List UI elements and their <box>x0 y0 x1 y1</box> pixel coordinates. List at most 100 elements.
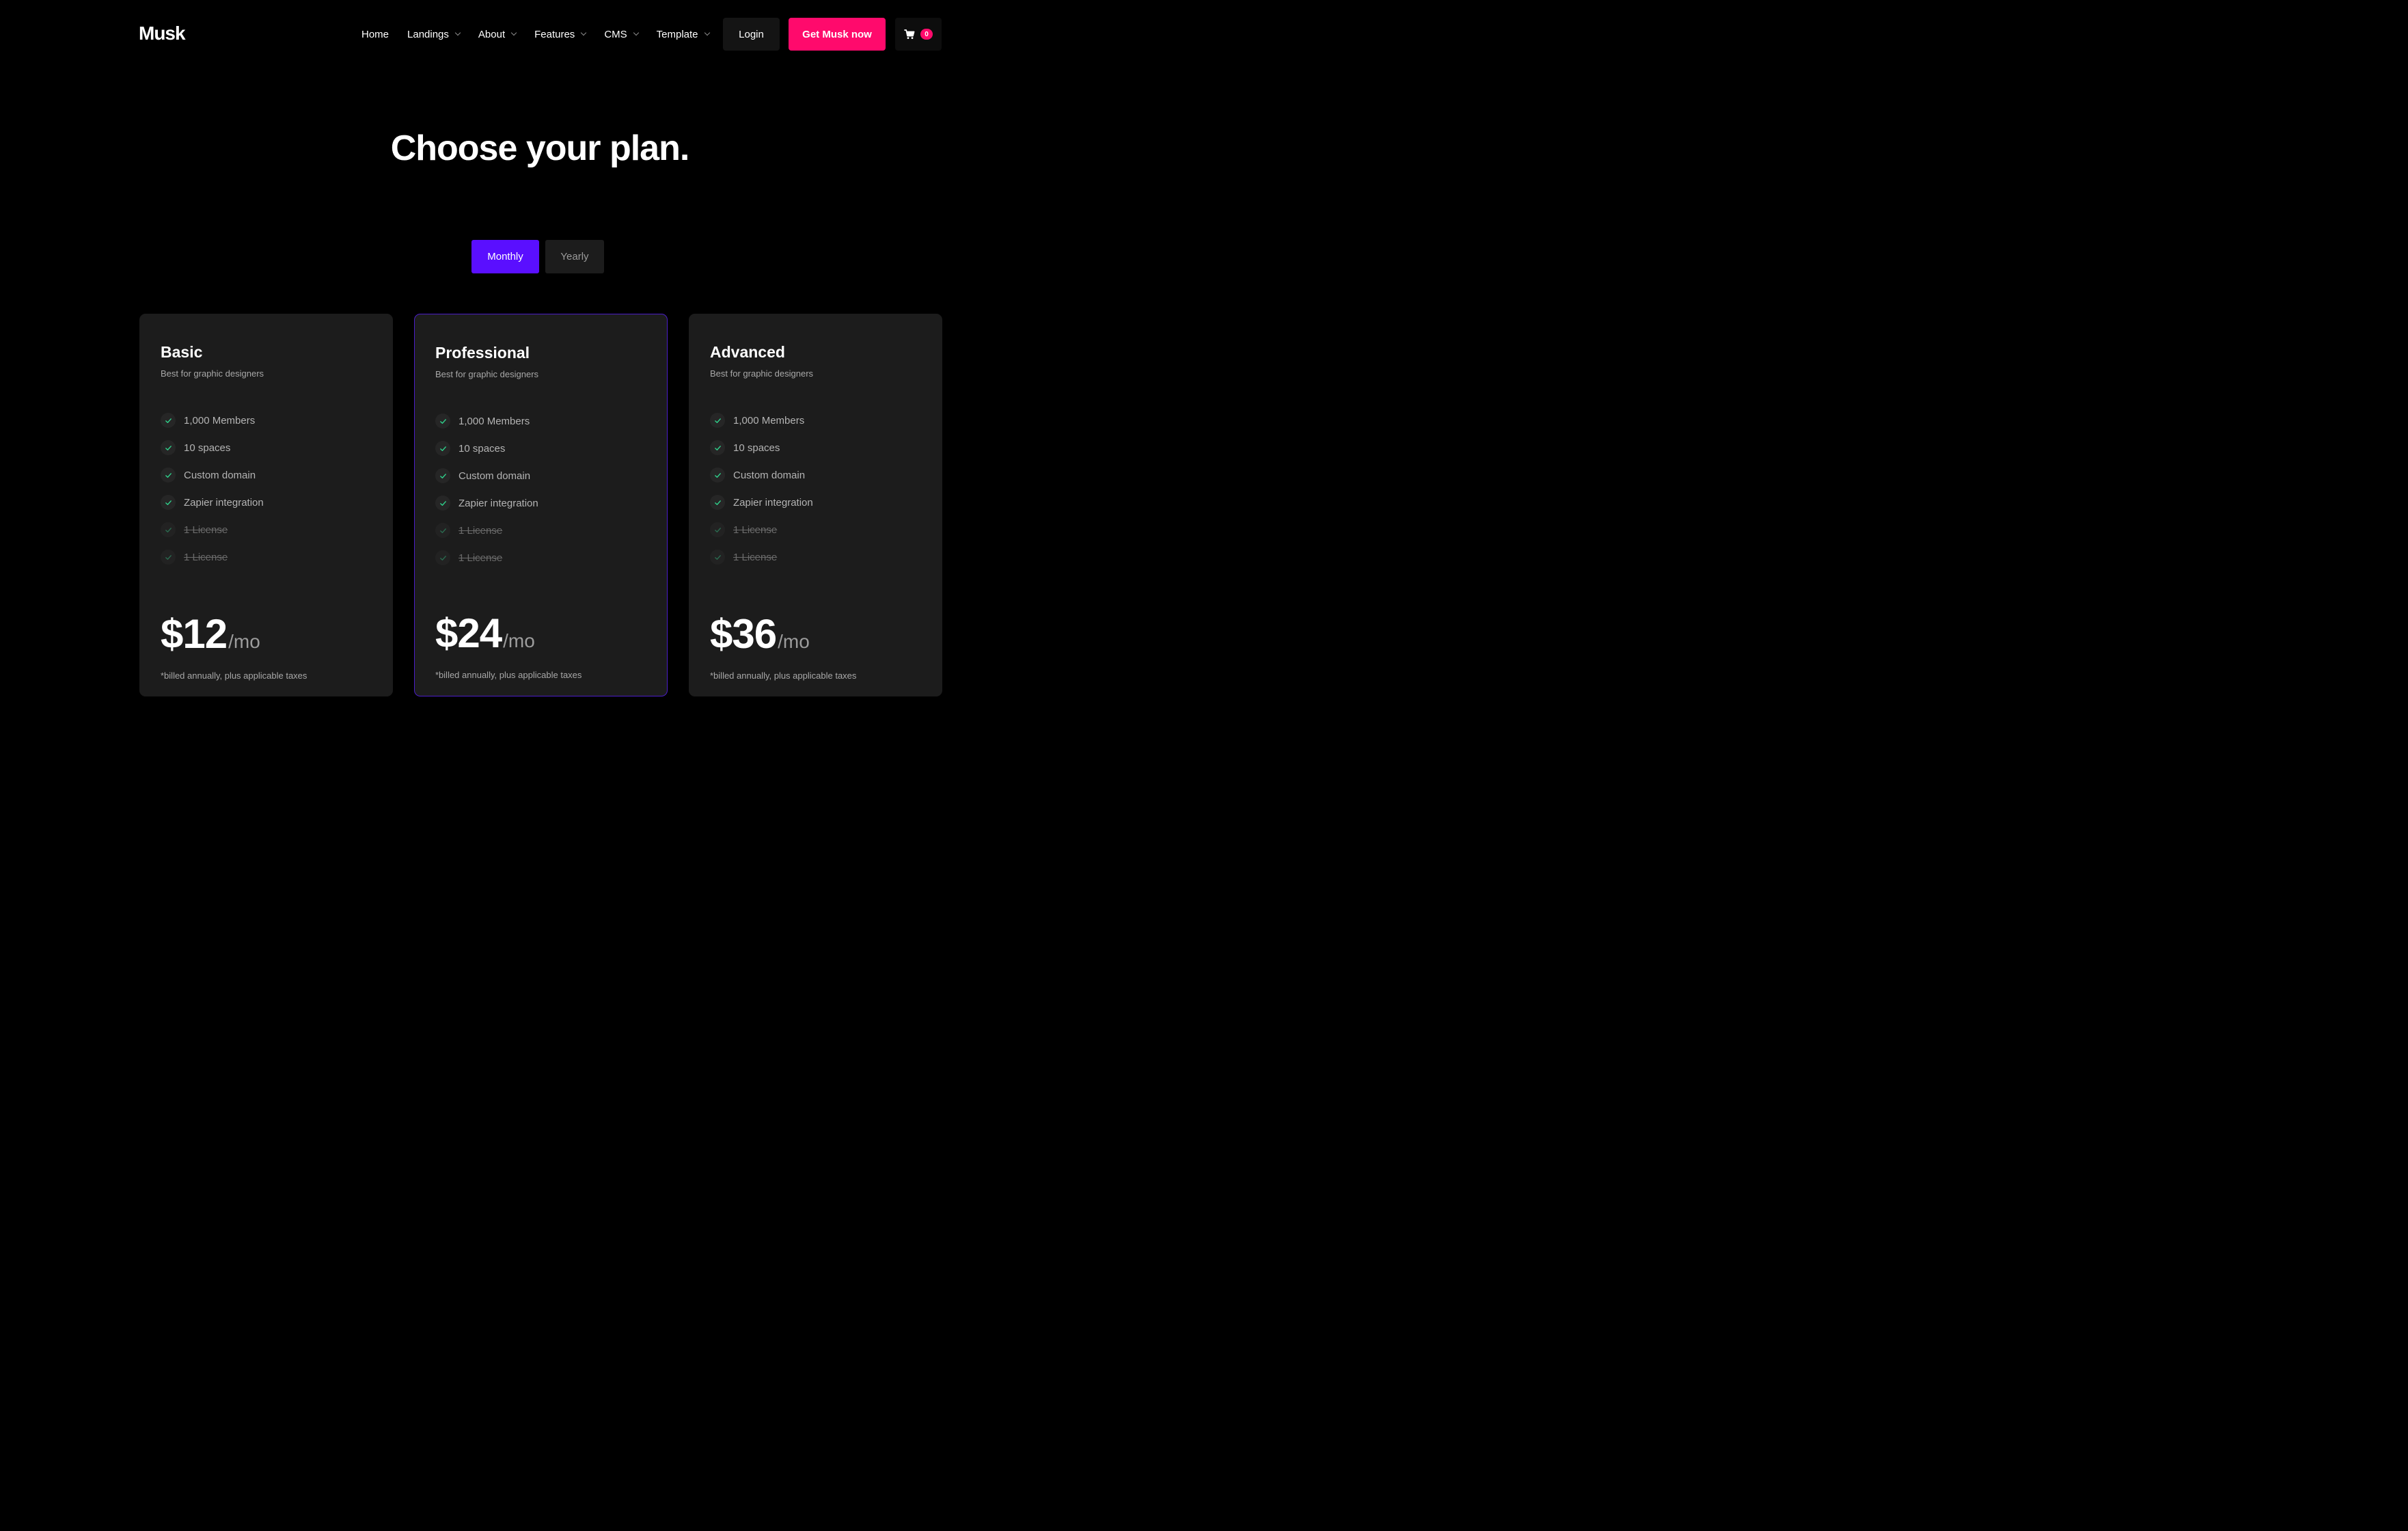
plan-subtitle: Best for graphic designers <box>710 368 814 379</box>
chevron-down-icon <box>633 29 639 36</box>
feature-label: 1 License <box>733 524 778 536</box>
check-icon <box>161 495 176 510</box>
feature-label: 10 spaces <box>733 442 780 454</box>
feature-label: 10 spaces <box>459 442 506 455</box>
feature-item: 10 spaces <box>710 434 813 461</box>
feature-label: Custom domain <box>459 470 531 482</box>
check-icon <box>161 522 176 537</box>
nav-item-label: Features <box>534 28 575 40</box>
check-icon <box>161 440 176 455</box>
plan-name: Professional <box>435 344 530 362</box>
nav-item-label: Template <box>656 28 698 40</box>
price-period: /mo <box>778 631 810 652</box>
price-row: $12 /mo <box>161 610 260 659</box>
nav-item-label: About <box>478 28 506 40</box>
billing-note: *billed annually, plus applicable taxes <box>435 670 582 680</box>
nav-item-about[interactable]: About <box>478 28 517 40</box>
plan-subtitle: Best for graphic designers <box>161 368 264 379</box>
feature-label: Zapier integration <box>733 496 813 509</box>
feature-item: Zapier integration <box>161 489 264 516</box>
feature-item-disabled: 1 License <box>710 516 813 543</box>
plan-price: $12 <box>161 611 228 657</box>
price-period: /mo <box>503 630 535 651</box>
billing-note: *billed annually, plus applicable taxes <box>710 670 857 681</box>
check-icon <box>435 496 450 511</box>
cart-count-badge: 0 <box>920 29 933 40</box>
plan-card-advanced: Advanced Best for graphic designers 1,00… <box>689 314 942 696</box>
feature-list: 1,000 Members 10 spaces Custom domain Za… <box>161 407 264 571</box>
feature-label: 1 License <box>459 524 503 537</box>
plan-card-professional: Professional Best for graphic designers … <box>414 314 668 696</box>
cart-button[interactable]: 0 <box>895 18 942 51</box>
plan-card-basic: Basic Best for graphic designers 1,000 M… <box>139 314 393 696</box>
feature-label: 10 spaces <box>184 442 231 454</box>
price-period: /mo <box>228 631 260 652</box>
chevron-down-icon <box>454 29 461 36</box>
feature-item: 1,000 Members <box>161 407 264 434</box>
check-icon <box>710 495 725 510</box>
check-icon <box>710 468 725 483</box>
chevron-down-icon <box>510 29 517 36</box>
check-icon <box>710 522 725 537</box>
nav-item-label: CMS <box>604 28 627 40</box>
feature-item-disabled: 1 License <box>710 543 813 571</box>
billing-toggle-yearly[interactable]: Yearly <box>545 240 604 273</box>
site-header: Musk Home Landings About Features CMS Te… <box>0 0 1071 68</box>
feature-list: 1,000 Members 10 spaces Custom domain Za… <box>710 407 813 571</box>
feature-label: 1 License <box>733 551 778 563</box>
nav-item-label: Landings <box>407 28 449 40</box>
main-nav: Home Landings About Features CMS Templat… <box>361 18 710 51</box>
price-row: $36 /mo <box>710 610 810 659</box>
nav-item-home[interactable]: Home <box>361 29 389 40</box>
feature-item-disabled: 1 License <box>435 517 538 544</box>
plan-price: $24 <box>435 610 502 656</box>
plan-subtitle: Best for graphic designers <box>435 369 539 379</box>
feature-label: 1 License <box>184 551 228 563</box>
feature-label: 1,000 Members <box>733 414 805 426</box>
feature-item: 10 spaces <box>435 435 538 462</box>
check-icon <box>710 550 725 565</box>
feature-label: Zapier integration <box>459 497 538 509</box>
feature-label: 1,000 Members <box>459 415 530 427</box>
check-icon <box>435 441 450 456</box>
nav-item-landings[interactable]: Landings <box>407 28 461 40</box>
billing-note: *billed annually, plus applicable taxes <box>161 670 307 681</box>
nav-item-features[interactable]: Features <box>534 28 587 40</box>
feature-item: 1,000 Members <box>435 407 538 435</box>
billing-toggle-monthly[interactable]: Monthly <box>471 240 539 273</box>
check-icon <box>161 413 176 428</box>
price-row: $24 /mo <box>435 609 535 658</box>
check-icon <box>161 468 176 483</box>
feature-item-disabled: 1 License <box>435 544 538 571</box>
feature-label: 1 License <box>459 552 503 564</box>
feature-label: 1 License <box>184 524 228 536</box>
check-icon <box>435 414 450 429</box>
check-icon <box>710 413 725 428</box>
cart-icon <box>904 29 915 39</box>
feature-item: Custom domain <box>435 462 538 489</box>
feature-label: 1,000 Members <box>184 414 256 426</box>
check-icon <box>435 550 450 565</box>
feature-list: 1,000 Members 10 spaces Custom domain Za… <box>435 407 538 571</box>
feature-label: Zapier integration <box>184 496 264 509</box>
logo[interactable]: Musk <box>139 21 186 46</box>
plan-name: Advanced <box>710 343 785 361</box>
chevron-down-icon <box>704 29 710 36</box>
nav-item-template[interactable]: Template <box>656 28 710 40</box>
login-button[interactable]: Login <box>723 18 780 51</box>
get-musk-button[interactable]: Get Musk now <box>789 18 886 51</box>
feature-item-disabled: 1 License <box>161 543 264 571</box>
feature-label: Custom domain <box>733 469 806 481</box>
nav-item-cms[interactable]: CMS <box>604 28 639 40</box>
check-icon <box>710 440 725 455</box>
feature-label: Custom domain <box>184 469 256 481</box>
feature-item: Custom domain <box>161 461 264 489</box>
feature-item-disabled: 1 License <box>161 516 264 543</box>
feature-item: 1,000 Members <box>710 407 813 434</box>
check-icon <box>161 550 176 565</box>
plan-price: $36 <box>710 611 777 657</box>
feature-item: 10 spaces <box>161 434 264 461</box>
check-icon <box>435 468 450 483</box>
nav-item-label: Home <box>361 28 389 40</box>
chevron-down-icon <box>581 29 587 36</box>
